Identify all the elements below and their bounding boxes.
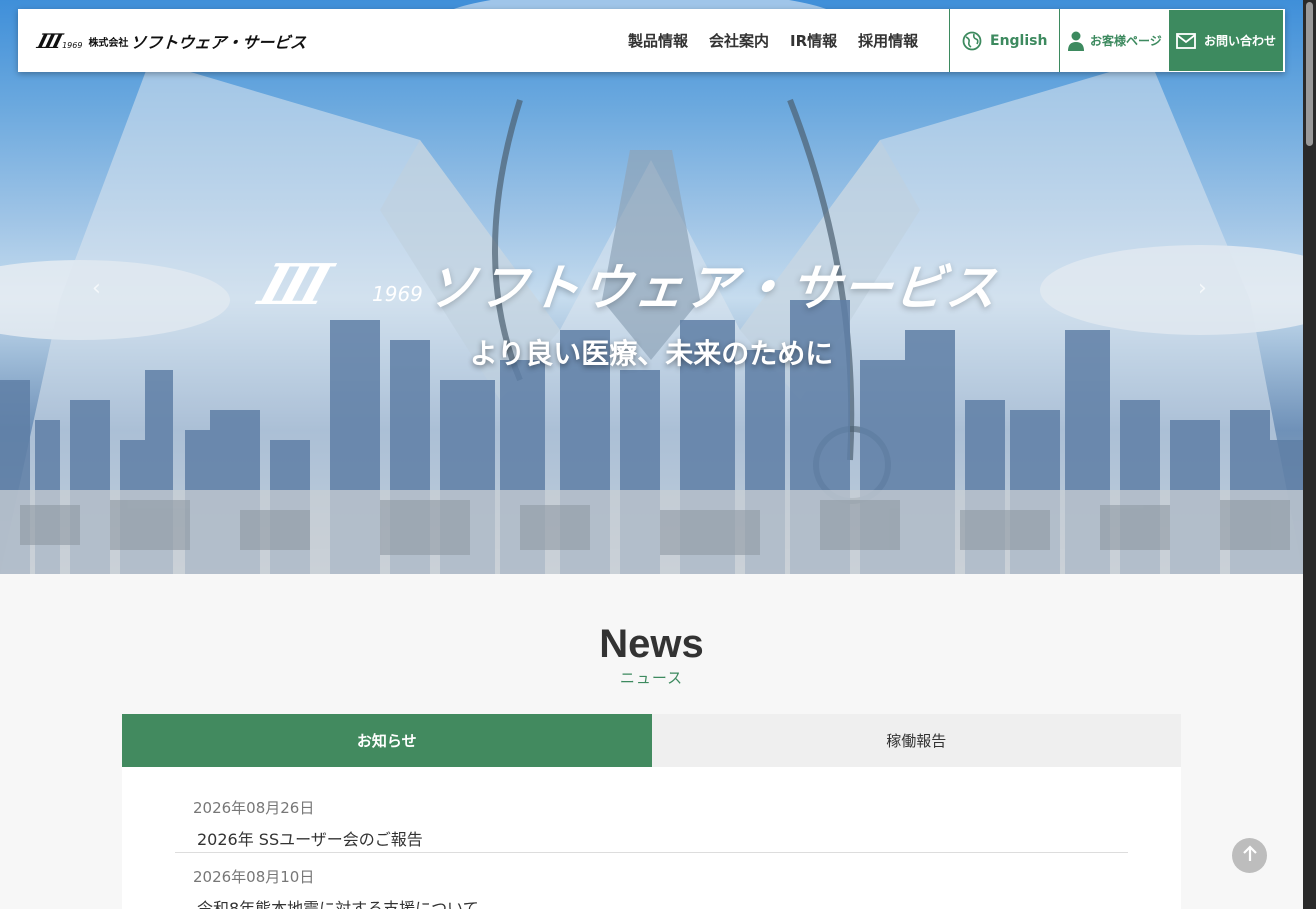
- contact-label: お問い合わせ: [1204, 34, 1277, 48]
- news-subheading: ニュース: [619, 669, 684, 687]
- hero-slider: III 1969 ソフトウェア・サービス より良い医療、未来のために ‹ ›: [0, 0, 1303, 574]
- globe-icon: [962, 31, 982, 51]
- hero-tagline: より良い医療、未来のために: [469, 337, 834, 370]
- news-date: 2026年08月26日: [193, 799, 315, 817]
- customer-label: お客様ページ: [1090, 34, 1162, 48]
- tab-operation-reports[interactable]: 稼働報告: [651, 714, 1181, 767]
- nav-item-ir[interactable]: IR情報: [790, 30, 837, 51]
- list-item[interactable]: 2026年08月26日 2026年 SSユーザー会のご報告: [175, 797, 1128, 853]
- english-button[interactable]: English: [949, 9, 1059, 72]
- hero-logo: III 1969 ソフトウェア・サービス: [251, 248, 1042, 318]
- slider-prev-arrow-icon[interactable]: ‹: [92, 276, 101, 301]
- list-item[interactable]: 2026年08月10日 令和8年熊本地震に対する支援について: [175, 866, 1128, 909]
- back-to-top-button[interactable]: [1232, 838, 1267, 873]
- customer-page-button[interactable]: お客様ページ: [1059, 9, 1169, 72]
- site-logo[interactable]: III 1969 株式会社 ソフトウェア・サービス: [34, 29, 311, 53]
- person-icon: [1068, 31, 1084, 51]
- site-header: III 1969 株式会社 ソフトウェア・サービス 製品情報 会社案内 IR情報…: [18, 9, 1285, 72]
- english-label: English: [990, 32, 1048, 49]
- nav-item-recruit[interactable]: 採用情報: [858, 30, 918, 51]
- tab-notices[interactable]: お知らせ: [122, 714, 652, 774]
- nav-item-company[interactable]: 会社案内: [709, 30, 769, 51]
- nav-item-products[interactable]: 製品情報: [628, 30, 688, 51]
- news-title-link[interactable]: 令和8年熊本地震に対する支援について: [197, 895, 1128, 909]
- news-heading: News: [599, 622, 704, 666]
- news-tabs: お知らせ 稼働報告: [122, 714, 1181, 774]
- mail-icon: [1176, 32, 1196, 49]
- news-date: 2026年08月10日: [193, 868, 315, 886]
- news-list: 2026年08月26日 2026年 SSユーザー会のご報告 2026年08月10…: [122, 767, 1181, 909]
- logo-name: ソフトウェア・サービス: [128, 33, 312, 52]
- hero-logo-name: ソフトウェア・サービス: [419, 259, 1014, 317]
- scrollbar-thumb[interactable]: [1306, 2, 1313, 146]
- logo-kabushiki: 株式会社: [88, 37, 129, 49]
- arrow-up-icon: [1240, 844, 1260, 868]
- contact-button[interactable]: お問い合わせ: [1169, 10, 1283, 71]
- news-title-link[interactable]: 2026年 SSユーザー会のご報告: [197, 826, 1128, 850]
- main-nav: 製品情報 会社案内 IR情報 採用情報: [628, 9, 939, 72]
- logo-mark: III: [34, 29, 64, 53]
- hero-logo-year: 1969: [372, 282, 423, 306]
- logo-year: 1969: [62, 40, 83, 50]
- slider-next-arrow-icon[interactable]: ›: [1198, 276, 1207, 301]
- page-scrollbar[interactable]: [1303, 0, 1316, 909]
